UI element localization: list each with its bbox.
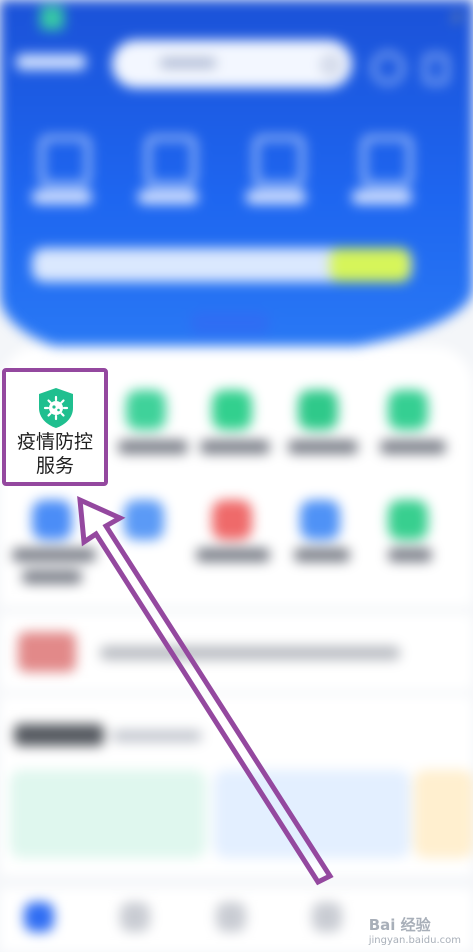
recommend-tile[interactable] [214, 770, 410, 858]
top-shortcut-icon[interactable] [40, 136, 90, 186]
recommend-tile[interactable] [10, 770, 206, 858]
service-tile-label: 疫情防控 服务 [6, 430, 104, 478]
service-label [118, 440, 188, 454]
top-shortcut-icon[interactable] [362, 136, 412, 186]
more-icon[interactable] [424, 54, 448, 84]
service-icon[interactable] [298, 390, 338, 430]
virus-shield-icon [39, 388, 73, 428]
message-icon[interactable] [372, 52, 404, 84]
service-icon[interactable] [212, 500, 252, 540]
top-shortcut-label [352, 190, 412, 204]
service-label [380, 440, 446, 454]
top-shortcut-label [138, 190, 198, 204]
search-icon[interactable] [322, 56, 340, 74]
service-icon[interactable] [388, 500, 428, 540]
watermark: Bai 经验 jingyan.baidu.com [369, 914, 461, 946]
tab-icon[interactable] [120, 902, 150, 932]
service-icon[interactable] [388, 390, 428, 430]
service-label [12, 548, 96, 562]
service-icon[interactable] [32, 500, 72, 540]
section-subtitle [112, 730, 202, 742]
tab-icon[interactable] [312, 902, 342, 932]
service-icon[interactable] [124, 500, 164, 540]
service-icon[interactable] [126, 390, 166, 430]
service-label [288, 440, 358, 454]
banner-slogan-highlight [330, 248, 410, 282]
top-shortcut-icon[interactable] [254, 136, 304, 186]
tab-icon[interactable] [216, 902, 246, 932]
notice-icon [18, 632, 76, 672]
service-label [200, 440, 270, 454]
recommend-tile[interactable] [414, 770, 473, 858]
notice-text [100, 646, 400, 660]
top-shortcut-label [246, 190, 306, 204]
search-placeholder [160, 58, 216, 68]
tab-home-icon[interactable] [24, 902, 54, 932]
top-shortcut-icon[interactable] [146, 136, 196, 186]
service-tile-label-line2: 服务 [35, 455, 74, 477]
service-label [22, 570, 82, 584]
service-label [388, 548, 432, 562]
service-icon[interactable] [212, 390, 252, 430]
watermark-brand: Bai 经验 [368, 916, 431, 934]
epidemic-prevention-service-tile[interactable]: 疫情防控 服务 [2, 368, 108, 486]
status-app-icon [40, 6, 64, 30]
watermark-url: jingyan.baidu.com [368, 935, 461, 946]
search-input[interactable] [112, 40, 352, 88]
city-selector[interactable] [16, 54, 86, 70]
service-label [294, 548, 350, 562]
service-icon[interactable] [300, 500, 340, 540]
battery-charging-icon: ⚡ [450, 8, 463, 29]
section-title [14, 724, 104, 746]
banner-button[interactable] [190, 312, 270, 334]
top-shortcut-label [32, 190, 92, 204]
service-tile-label-line1: 疫情防控 [16, 431, 93, 453]
service-label [196, 548, 270, 562]
